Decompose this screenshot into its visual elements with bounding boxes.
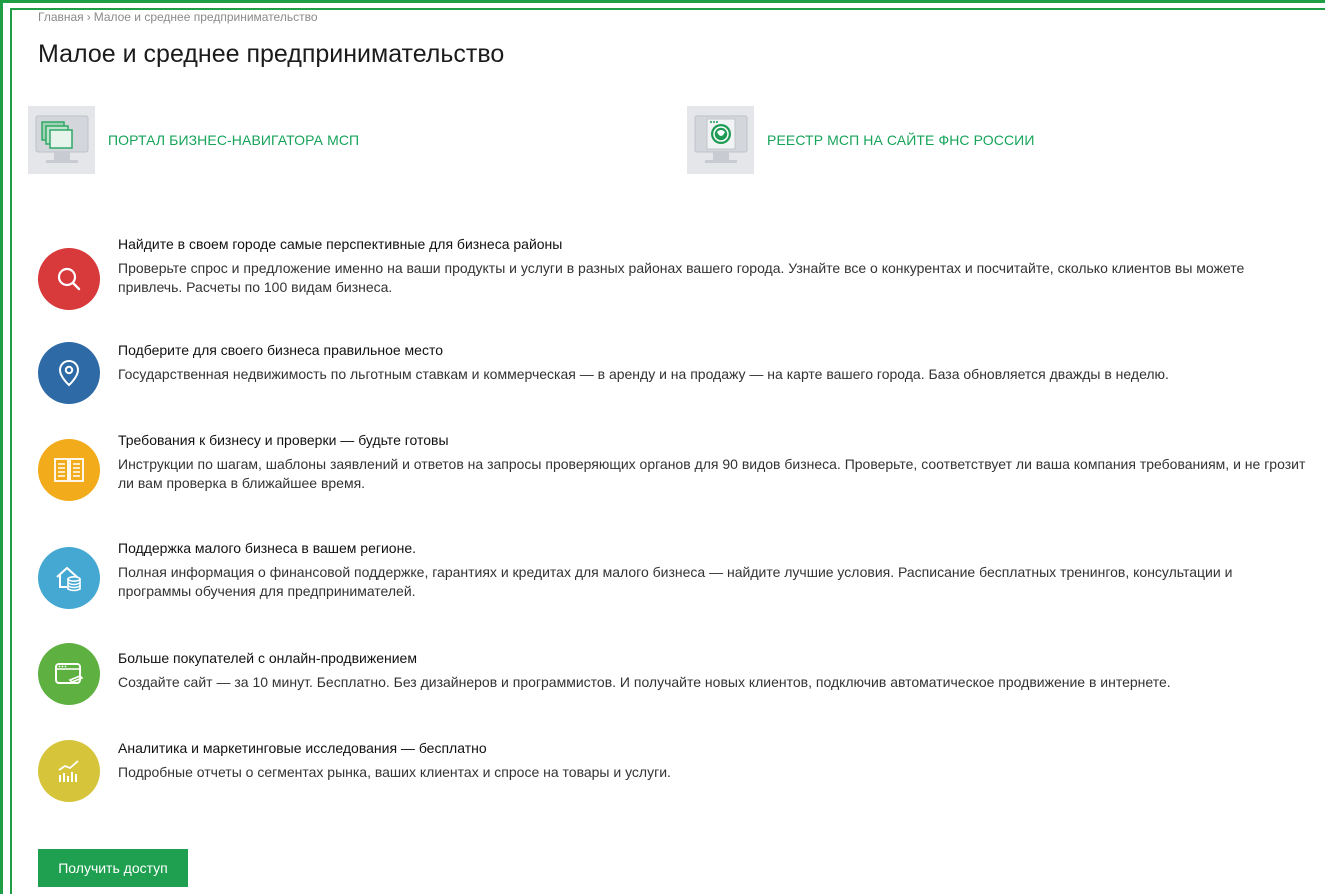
map-pin-icon — [38, 342, 100, 404]
browser-edit-icon — [38, 643, 100, 705]
feature-title[interactable]: Требования к бизнесу и проверки — будьте… — [118, 432, 449, 448]
navigator-monitor-icon — [28, 106, 95, 174]
feature-description: Полная информация о финансовой поддержке… — [118, 564, 1233, 599]
house-coins-icon — [38, 547, 100, 609]
fns-monitor-icon — [687, 106, 754, 174]
feature-description: Подробные отчеты о сегментах рынка, ваши… — [118, 764, 671, 780]
breadcrumb-home-link[interactable]: Главная — [38, 10, 84, 24]
feature-description: Создайте сайт — за 10 минут. Бесплатно. … — [118, 674, 1171, 690]
breadcrumb: Главная › Малое и среднее предпринимательс… — [38, 10, 318, 24]
portal-link-navigator[interactable]: ПОРТАЛ БИЗНЕС-НАВИГАТОРА МСП — [28, 106, 359, 174]
feature-description: Проверьте спрос и предложение именно на … — [118, 260, 1245, 295]
feature-title[interactable]: Аналитика и маркетинговые исследования —… — [118, 740, 487, 756]
breadcrumb-separator: › — [86, 10, 91, 24]
page-title: Малое и среднее предпринимательство — [38, 40, 505, 68]
feature-title[interactable]: Больше покупателей с онлайн-продвижением — [118, 650, 417, 666]
feature-description: Инструкции по шагам, шаблоны заявлений и… — [118, 456, 1306, 491]
open-book-icon — [38, 439, 100, 501]
get-access-button[interactable]: Получить доступ — [38, 849, 188, 887]
search-icon — [38, 248, 100, 310]
feature-description: Государственная недвижимость по льготным… — [118, 366, 1169, 382]
feature-title[interactable]: Поддержка малого бизнеса в вашем регионе… — [118, 540, 416, 556]
portal-label: ПОРТАЛ БИЗНЕС-НАВИГАТОРА МСП — [108, 132, 360, 148]
portal-label: РЕЕСТР МСП НА САЙТЕ ФНС РОССИИ — [767, 132, 1035, 148]
breadcrumb-current: Малое и среднее предпринимательство — [93, 10, 318, 24]
feature-title[interactable]: Подберите для своего бизнеса правильное … — [118, 342, 443, 358]
analytics-chart-icon — [38, 740, 100, 802]
portal-link-fns[interactable]: РЕЕСТР МСП НА САЙТЕ ФНС РОССИИ — [687, 106, 1035, 174]
feature-title[interactable]: Найдите в своем городе самые перспективн… — [118, 236, 562, 252]
